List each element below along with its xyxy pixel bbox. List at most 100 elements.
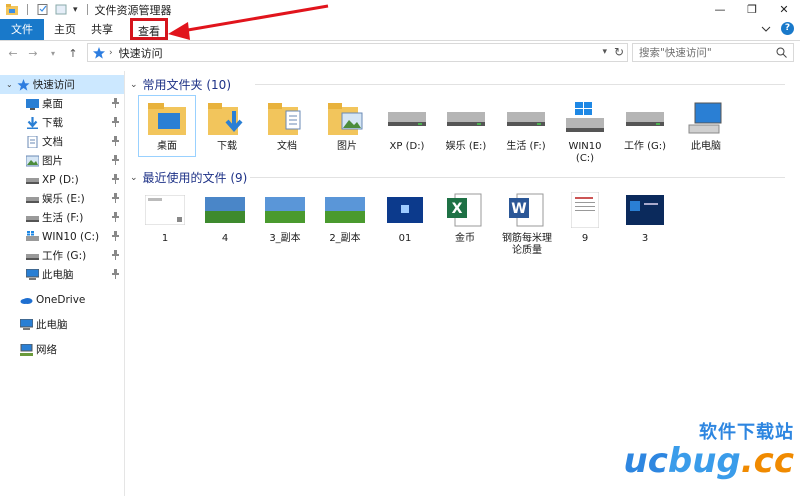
sidebar-item-drive-g[interactable]: 工作 (G:) [0,246,124,265]
file-tile[interactable]: W 钢筋每米理论质量 [496,188,558,257]
downloads-folder-icon [208,103,243,135]
pin-icon[interactable] [111,250,120,260]
window-title: 文件资源管理器 [94,3,172,17]
new-folder-icon[interactable] [55,4,67,15]
folder-tile-desktop[interactable]: 桌面 [138,95,196,157]
group-header-frequent[interactable]: ⌄ 常用文件夹 (10) [130,76,231,93]
tab-file[interactable]: 文件 [0,19,44,40]
chevron-down-icon[interactable]: ⌄ [6,80,13,89]
drive-icon [26,196,39,203]
sidebar-item-drive-d[interactable]: XP (D:) [0,170,124,189]
pin-icon[interactable] [111,98,120,108]
sidebar-item-this-pc-pinned[interactable]: 此电脑 [0,265,124,284]
tile-label: 桌面 [157,141,177,152]
search-placeholder[interactable]: 搜索"快速访问" [639,45,712,60]
tile-label: 文档 [277,141,297,152]
ribbon-tabs: 文件 主页 共享 查看 ? [0,18,800,41]
folder-tile-downloads[interactable]: 下载 [198,96,256,153]
window-controls: — ❐ ✕ [704,0,800,19]
drive-tile-f[interactable]: 生活 (F:) [497,96,555,153]
tile-label: 工作 (G:) [623,141,667,152]
recent-dropdown-icon[interactable]: ▾ [46,46,60,60]
tab-home[interactable]: 主页 [47,19,83,40]
group-title: 最近使用的文件 (9) [142,171,248,185]
chevron-down-icon[interactable]: ⌄ [130,80,138,90]
file-tile[interactable]: 01 [376,188,434,245]
drive-tile-g[interactable]: 工作 (G:) [616,96,674,153]
sidebar-item-label: 工作 (G:) [42,250,87,262]
chevron-down-icon[interactable]: ⌄ [130,173,138,183]
image-thumbnail-icon [265,197,305,223]
close-icon[interactable]: ✕ [768,0,800,19]
minimize-icon[interactable]: — [704,0,736,19]
drive-icon [26,253,39,260]
up-icon[interactable]: ↑ [66,46,80,60]
sidebar-item-downloads[interactable]: 下载 [0,113,124,132]
drive-icon [447,112,485,126]
tab-view[interactable]: 查看 [130,18,168,40]
sidebar-item-network[interactable]: 网络 [0,340,124,359]
sidebar-item-documents[interactable]: 文档 [0,132,124,151]
file-tile[interactable]: 3_副本 [256,188,314,245]
file-tile[interactable]: 1 [136,188,194,245]
sidebar-item-this-pc[interactable]: 此电脑 [0,315,124,334]
pin-icon[interactable] [111,193,120,203]
sidebar-item-quick-access[interactable]: ⌄ 快速访问 [0,75,124,94]
pictures-folder-icon [328,103,363,135]
sidebar-item-desktop[interactable]: 桌面 [0,94,124,113]
breadcrumb-separator-icon[interactable]: › [109,48,113,58]
folder-tile-pictures[interactable]: 图片 [318,96,376,153]
refresh-icon[interactable]: ↻ [614,45,624,59]
chevron-down-icon[interactable] [761,24,771,34]
address-bar[interactable]: › 快速访问 ▾ ↻ [87,43,628,62]
sidebar-item-label: 桌面 [42,98,63,110]
file-tile[interactable]: 2_副本 [316,188,374,245]
pin-icon[interactable] [111,136,120,146]
file-tile[interactable]: 4 [196,188,254,245]
search-icon[interactable] [776,47,787,58]
search-input[interactable]: 搜索"快速访问" [632,43,794,62]
divider [250,177,785,178]
pin-icon[interactable] [111,212,120,222]
pin-icon[interactable] [111,269,120,279]
properties-icon[interactable] [37,4,49,15]
sidebar-item-label: 快速访问 [32,79,75,91]
pin-icon[interactable] [111,231,120,241]
group-header-recent[interactable]: ⌄ 最近使用的文件 (9) [130,169,247,186]
drive-tile-c[interactable]: WIN10 (C:) [556,96,614,165]
maximize-icon[interactable]: ❐ [736,0,768,19]
drive-tile-d[interactable]: XP (D:) [378,96,436,153]
cloud-icon [20,297,33,304]
tab-share[interactable]: 共享 [83,19,121,40]
file-tile[interactable]: 3 [616,188,674,245]
document-icon [27,135,38,148]
pin-icon[interactable] [111,155,120,165]
drive-icon [507,112,545,126]
file-tile[interactable]: 9 [556,188,614,245]
pin-icon[interactable] [111,117,120,127]
sidebar-item-drive-c[interactable]: WIN10 (C:) [0,227,124,246]
pin-icon[interactable] [111,174,120,184]
sidebar-item-onedrive[interactable]: OneDrive [0,290,124,309]
svg-text:X: X [452,201,463,217]
sidebar-item-label: 此电脑 [36,319,68,331]
sidebar-item-pictures[interactable]: 图片 [0,151,124,170]
sidebar-item-drive-f[interactable]: 生活 (F:) [0,208,124,227]
sidebar-item-label: 文档 [42,136,63,148]
tile-label: 1 [161,233,169,244]
forward-icon[interactable]: → [26,46,40,60]
sidebar-item-drive-e[interactable]: 娱乐 (E:) [0,189,124,208]
sidebar-item-label: 此电脑 [42,269,74,281]
address-dropdown-icon[interactable]: ▾ [602,47,607,57]
qat-dropdown-icon[interactable]: ▾ [73,5,78,15]
drive-tile-e[interactable]: 娱乐 (E:) [437,96,495,153]
breadcrumb[interactable]: 快速访问 [119,45,163,61]
folder-tile-this-pc[interactable]: 此电脑 [677,96,735,153]
network-icon [20,343,33,356]
desktop-folder-icon [148,103,186,135]
back-icon[interactable]: ← [6,46,20,60]
help-icon[interactable]: ? [781,22,794,35]
file-tile[interactable]: X 金币 [436,188,494,245]
watermark-part: bug [667,441,741,481]
folder-tile-documents[interactable]: 文档 [258,96,316,153]
